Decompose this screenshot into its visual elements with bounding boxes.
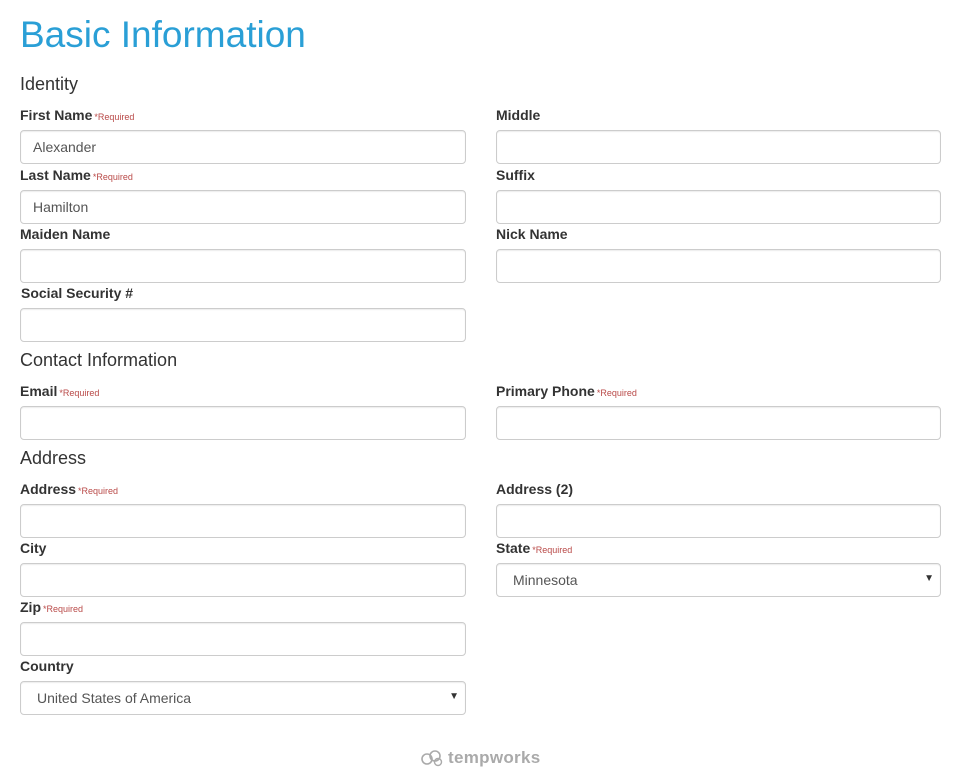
required-marker: *Required <box>43 604 84 614</box>
address-label: Address *Required <box>20 481 119 497</box>
page-title: Basic Information <box>20 14 306 55</box>
suffix-input[interactable] <box>496 190 941 224</box>
maiden-name-input[interactable] <box>20 249 466 283</box>
state-select[interactable]: Minnesota ▼ <box>496 563 941 597</box>
last-name-input[interactable] <box>20 190 466 224</box>
logo-text: tempworks <box>448 748 541 767</box>
last-name-label: Last Name *Required <box>20 167 133 183</box>
required-marker: *Required <box>92 172 133 182</box>
required-marker: *Required <box>532 545 573 555</box>
caret-down-icon: ▼ <box>449 691 459 702</box>
city-label: City <box>20 540 47 556</box>
suffix-label: Suffix <box>496 167 535 183</box>
required-marker: *Required <box>59 388 100 398</box>
zip-label: Zip *Required <box>20 599 84 615</box>
required-marker: *Required <box>78 486 119 496</box>
address2-input[interactable] <box>496 504 941 538</box>
maiden-name-label: Maiden Name <box>20 226 111 242</box>
tempworks-logo: tempworks <box>420 748 540 767</box>
ssn-label: Social Security # <box>21 285 134 301</box>
middle-label: Middle <box>496 107 541 123</box>
nick-name-label: Nick Name <box>496 226 568 242</box>
section-title-address: Address <box>20 448 87 468</box>
tempworks-logo-icon <box>420 749 444 767</box>
first-name-input[interactable] <box>20 130 466 164</box>
section-title-identity: Identity <box>20 74 79 94</box>
country-label: Country <box>20 658 74 674</box>
email-label: Email *Required <box>20 383 100 399</box>
state-label: State *Required <box>496 540 573 556</box>
nick-name-input[interactable] <box>496 249 941 283</box>
country-selected-value: United States of America <box>37 690 192 706</box>
city-input[interactable] <box>20 563 466 597</box>
required-marker: *Required <box>94 112 135 122</box>
email-input[interactable] <box>20 406 466 440</box>
caret-down-icon: ▼ <box>924 573 934 584</box>
address2-label: Address (2) <box>496 481 574 497</box>
middle-name-input[interactable] <box>496 130 941 164</box>
ssn-input[interactable] <box>20 308 466 342</box>
country-select[interactable]: United States of America ▼ <box>20 681 466 715</box>
state-selected-value: Minnesota <box>513 572 578 588</box>
required-marker: *Required <box>596 388 637 398</box>
primary-phone-label: Primary Phone *Required <box>496 383 637 399</box>
address-input[interactable] <box>20 504 466 538</box>
zip-input[interactable] <box>20 622 466 656</box>
primary-phone-input[interactable] <box>496 406 941 440</box>
first-name-label: First Name *Required <box>20 107 135 123</box>
section-title-contact: Contact Information <box>20 350 178 370</box>
